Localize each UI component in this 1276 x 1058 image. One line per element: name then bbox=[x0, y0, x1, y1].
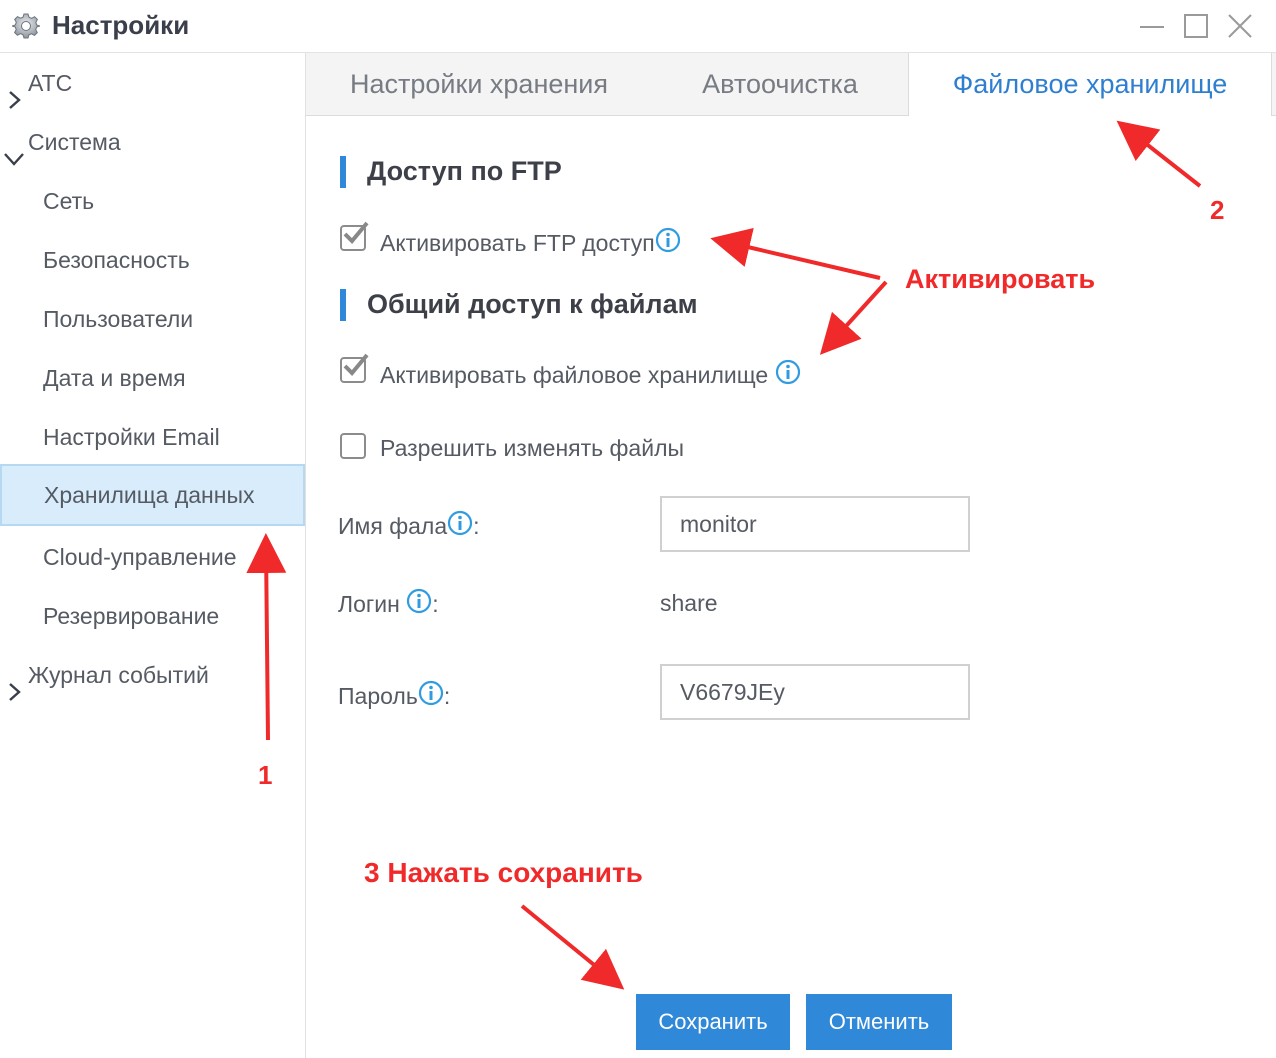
sidebar: АТС Система Сеть Безопасность Пользовате… bbox=[0, 53, 306, 1058]
chevron-down-icon bbox=[4, 132, 24, 166]
chevron-right-icon bbox=[4, 665, 24, 701]
chevron-right-icon bbox=[4, 73, 24, 109]
minimize-icon[interactable] bbox=[1138, 12, 1166, 40]
main-panel: Настройки хранения Автоочистка Файловое … bbox=[306, 53, 1276, 1058]
sidebar-item-label: Хранилища данных bbox=[44, 482, 255, 508]
annotation-step2: 2 bbox=[1210, 195, 1225, 225]
sidebar-item-label: Сеть bbox=[43, 188, 95, 214]
share-name-label: Имя фала: bbox=[338, 510, 480, 540]
gear-icon bbox=[10, 12, 42, 40]
tab-file-storage[interactable]: Файловое хранилище bbox=[908, 53, 1272, 116]
info-icon[interactable] bbox=[775, 359, 801, 385]
sidebar-item-label: АТС bbox=[28, 70, 73, 96]
login-value: share bbox=[660, 590, 718, 616]
window-title: Настройки bbox=[52, 10, 190, 40]
password-field[interactable]: V6679JEy bbox=[660, 664, 970, 720]
section-title-ftp: Доступ по FTP bbox=[367, 156, 562, 186]
sidebar-item-label: Дата и время bbox=[43, 365, 186, 391]
sidebar-item-event-log[interactable]: Журнал событий bbox=[0, 646, 305, 704]
annotation-step3: 3 Нажать сохранить bbox=[364, 857, 643, 888]
save-button[interactable]: Сохранить bbox=[636, 994, 790, 1050]
sidebar-item-label: Система bbox=[28, 129, 121, 155]
ftp-enable-checkbox[interactable] bbox=[340, 221, 369, 251]
info-icon[interactable] bbox=[447, 510, 473, 536]
title-bar: Настройки bbox=[0, 0, 1276, 53]
tab-storage-settings[interactable]: Настройки хранения bbox=[306, 53, 652, 115]
sidebar-item-label: Безопасность bbox=[43, 247, 190, 273]
sidebar-item-email[interactable]: Настройки Email bbox=[0, 408, 305, 466]
sidebar-item-system[interactable]: Система bbox=[0, 113, 305, 171]
sidebar-item-storage[interactable]: Хранилища данных bbox=[0, 464, 305, 526]
allow-modify-label: Разрешить изменять файлы bbox=[380, 435, 685, 461]
sidebar-item-label: Пользователи bbox=[43, 306, 194, 332]
share-name-field[interactable]: monitor bbox=[660, 496, 970, 552]
section-accent-bar bbox=[340, 289, 346, 321]
sidebar-item-backup[interactable]: Резервирование bbox=[0, 587, 305, 645]
sidebar-item-users[interactable]: Пользователи bbox=[0, 290, 305, 348]
info-icon[interactable] bbox=[655, 227, 681, 253]
section-title-share: Общий доступ к файлам bbox=[367, 289, 698, 319]
login-label: Логин : bbox=[338, 588, 439, 618]
sidebar-item-label: Резервирование bbox=[43, 603, 220, 629]
section-accent-bar bbox=[340, 156, 346, 188]
tab-autoclean[interactable]: Автоочистка bbox=[652, 53, 908, 115]
cancel-button[interactable]: Отменить bbox=[806, 994, 952, 1050]
sidebar-item-cloud[interactable]: Cloud-управление bbox=[0, 528, 305, 586]
sidebar-item-datetime[interactable]: Дата и время bbox=[0, 349, 305, 407]
password-label: Пароль: bbox=[338, 680, 450, 710]
annotation-step1: 1 bbox=[258, 760, 273, 790]
sidebar-item-label: Настройки Email bbox=[43, 424, 220, 450]
settings-window: Настройки АТС Система Сеть Безопасность … bbox=[0, 0, 1276, 1058]
info-icon[interactable] bbox=[418, 680, 444, 706]
sidebar-item-label: Cloud-управление bbox=[43, 544, 237, 570]
maximize-icon[interactable] bbox=[1182, 12, 1210, 40]
sidebar-item-label: Журнал событий bbox=[28, 662, 209, 688]
tab-bar: Настройки хранения Автоочистка Файловое … bbox=[306, 53, 1276, 116]
annotation-activate: Активировать bbox=[905, 264, 1096, 294]
share-enable-label: Активировать файловое хранилище bbox=[380, 359, 801, 389]
ftp-enable-label: Активировать FTP доступ bbox=[380, 227, 681, 257]
close-icon[interactable] bbox=[1226, 12, 1254, 40]
info-icon[interactable] bbox=[406, 588, 432, 614]
sidebar-item-network[interactable]: Сеть bbox=[0, 172, 305, 230]
sidebar-item-security[interactable]: Безопасность bbox=[0, 231, 305, 289]
share-enable-checkbox[interactable] bbox=[340, 353, 369, 383]
sidebar-item-atc[interactable]: АТС bbox=[0, 54, 305, 112]
allow-modify-checkbox[interactable] bbox=[340, 433, 366, 459]
